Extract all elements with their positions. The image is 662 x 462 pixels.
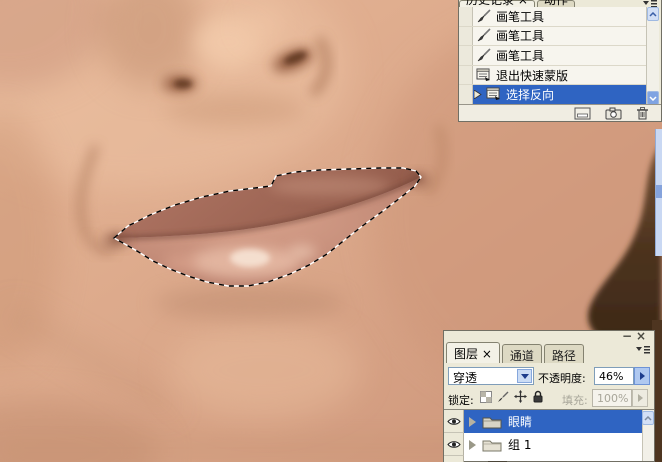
history-state-list: 画笔工具 画笔工具 画笔工具 退出快速蒙版 选择反向	[459, 7, 646, 105]
history-brush-source-well[interactable]	[459, 46, 473, 65]
expand-triangle-icon[interactable]	[469, 439, 476, 450]
lock-label: 锁定:	[448, 394, 474, 407]
history-scrollbar[interactable]	[646, 7, 659, 105]
delete-state-icon[interactable]	[636, 106, 649, 120]
minimize-button[interactable]: −	[622, 330, 632, 342]
layers-panel: − × 图层 × 通道 路径 穿透 不透明度: 46% 锁定: 填充: 100%…	[443, 330, 655, 462]
lock-all-icon[interactable]	[532, 390, 544, 403]
history-row[interactable]: 画笔工具	[459, 46, 646, 66]
lock-transparency-icon[interactable]	[480, 390, 492, 403]
chevron-down-icon[interactable]	[517, 369, 532, 383]
history-state-icon	[486, 87, 500, 101]
history-brush-source-well[interactable]	[459, 26, 473, 46]
layer-row-image[interactable]	[444, 456, 654, 462]
chevron-down-icon	[649, 95, 657, 101]
history-panel-footer	[459, 104, 661, 121]
layer-name: 眼睛	[508, 415, 533, 429]
scroll-down-button[interactable]	[647, 91, 659, 105]
scroll-up-button[interactable]	[647, 7, 659, 21]
folder-icon	[482, 440, 502, 451]
history-state-label: 画笔工具	[496, 48, 545, 63]
layers-list: 眼睛 组 1	[444, 409, 654, 462]
blend-mode-select[interactable]: 穿透	[448, 367, 534, 385]
tab-actions[interactable]: 动作	[536, 0, 575, 7]
tab-paths[interactable]: 路径	[543, 344, 584, 363]
scroll-up-button[interactable]	[642, 411, 654, 425]
opacity-slider-button[interactable]	[634, 367, 650, 385]
history-brush-source-well[interactable]	[459, 85, 473, 104]
brush-tool-icon	[477, 9, 491, 23]
new-snapshot-icon[interactable]	[605, 107, 622, 120]
scrollbar-thumb[interactable]	[656, 185, 662, 198]
visibility-toggle[interactable]	[444, 456, 464, 462]
history-state-label: 退出快速蒙版	[496, 68, 569, 83]
current-state-pointer[interactable]	[474, 90, 482, 100]
new-document-from-state-icon[interactable]	[574, 107, 591, 120]
history-brush-source-well[interactable]	[459, 7, 473, 26]
blend-opacity-row: 穿透 不透明度: 46%	[444, 365, 654, 387]
history-row[interactable]: 画笔工具	[459, 26, 646, 47]
layer-row-group[interactable]: 组 1	[444, 433, 654, 456]
brush-tool-icon	[477, 28, 491, 42]
fill-label: 填充:	[562, 394, 588, 407]
chevron-up-icon	[644, 415, 652, 421]
close-button[interactable]: ×	[636, 330, 646, 342]
eye-icon	[446, 440, 461, 448]
lock-pixels-icon[interactable]	[497, 391, 509, 403]
history-panel-tabs: 历史记录 × 动作	[459, 0, 661, 7]
layers-panel-tabs: 图层 × 通道 路径	[446, 342, 654, 363]
eye-icon	[446, 417, 461, 425]
opacity-value-field[interactable]: 46%	[594, 367, 634, 385]
history-state-icon	[476, 68, 490, 81]
tab-history[interactable]: 历史记录 ×	[459, 0, 535, 7]
layer-name: 组 1	[508, 438, 532, 452]
expand-triangle-icon[interactable]	[469, 416, 476, 427]
brush-tool-icon	[477, 48, 491, 62]
history-state-label: 画笔工具	[496, 9, 545, 24]
layers-scrollbar[interactable]	[642, 410, 654, 461]
folder-icon	[482, 417, 502, 428]
history-state-label: 选择反向	[506, 88, 555, 103]
lock-position-icon[interactable]	[514, 390, 527, 403]
fill-slider-button	[632, 389, 648, 407]
history-state-label: 画笔工具	[496, 29, 545, 44]
chevron-up-icon	[649, 11, 657, 17]
history-row[interactable]: 画笔工具	[459, 7, 646, 27]
tab-close-icon[interactable]: ×	[518, 0, 528, 7]
layer-row-group[interactable]: 眼睛	[444, 410, 654, 433]
panel-menu-icon[interactable]	[636, 346, 650, 354]
lock-fill-row: 锁定: 填充: 100%	[444, 388, 654, 408]
visibility-toggle[interactable]	[444, 410, 464, 433]
document-vertical-scrollbar[interactable]	[655, 129, 662, 256]
photoshop-workspace: 历史记录 × 动作 画笔工具 画笔工具 画笔工具 退出快速蒙版 选择反向 − ×…	[0, 0, 662, 462]
visibility-toggle[interactable]	[444, 433, 464, 456]
history-panel: 历史记录 × 动作 画笔工具 画笔工具 画笔工具 退出快速蒙版 选择反向	[458, 0, 662, 122]
history-brush-source-well[interactable]	[459, 65, 473, 85]
tab-channels[interactable]: 通道	[501, 344, 542, 363]
tab-close-icon[interactable]: ×	[482, 347, 492, 361]
tab-layers[interactable]: 图层 ×	[446, 342, 500, 363]
panel-menu-icon[interactable]	[643, 0, 657, 7]
history-row[interactable]: 退出快速蒙版	[459, 65, 646, 86]
opacity-label: 不透明度:	[538, 372, 586, 385]
history-row-current[interactable]: 选择反向	[459, 85, 646, 105]
fill-value-field: 100%	[592, 389, 632, 407]
